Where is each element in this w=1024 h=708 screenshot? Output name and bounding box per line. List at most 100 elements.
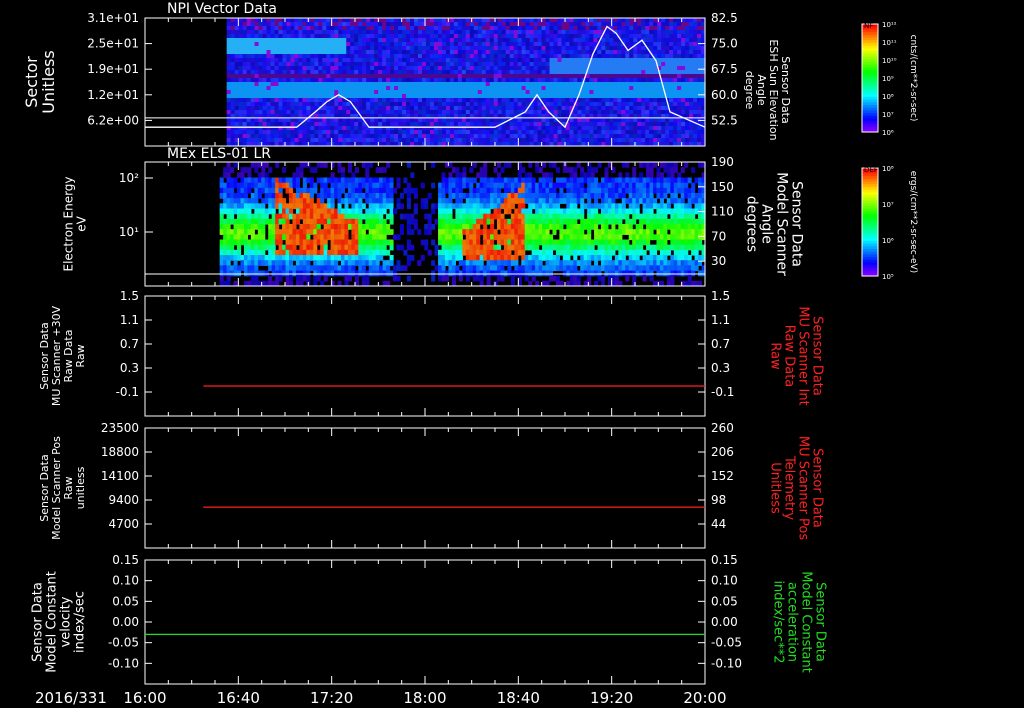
heatmap-cell: [549, 58, 555, 63]
heatmap-cell: [633, 74, 638, 79]
heatmap-cell: [270, 98, 276, 103]
heatmap-cell: [533, 46, 539, 51]
heatmap-cell: [282, 110, 288, 115]
heatmap-cell: [330, 234, 335, 241]
heatmap-cell: [617, 18, 622, 23]
heatmap-cell: [314, 22, 319, 27]
heatmap-cell: [501, 62, 507, 67]
heatmap-cell: [271, 255, 276, 261]
heatmap-cell: [327, 208, 332, 215]
heatmap-cell: [625, 126, 630, 131]
heatmap-cell: [549, 94, 555, 99]
heatmap-cell: [565, 134, 571, 139]
heatmap-cell: [290, 54, 296, 59]
heatmap-cell: [457, 62, 463, 67]
heatmap-cell: [501, 98, 507, 103]
heatmap-cell: [358, 244, 363, 251]
heatmap-cell: [330, 130, 335, 135]
heatmap-cell: [366, 82, 371, 87]
heatmap-cell: [461, 122, 467, 127]
heatmap-cell: [302, 213, 307, 220]
heatmap-cell: [553, 66, 559, 71]
heatmap-cell: [418, 90, 423, 95]
heatmap-cell: [318, 54, 323, 59]
heatmap-cell: [441, 138, 447, 143]
heatmap-cell: [258, 74, 264, 79]
heatmap-cell: [346, 106, 351, 111]
heatmap-cell: [242, 102, 248, 107]
heatmap-cell: [425, 54, 431, 59]
heatmap-cell: [669, 38, 674, 43]
heatmap-cell: [278, 22, 284, 27]
heatmap-cell: [445, 138, 451, 143]
heatmap-cell: [418, 134, 423, 139]
heatmap-cell: [292, 270, 297, 277]
heatmap-cell: [298, 42, 304, 47]
heatmap-cell: [223, 239, 228, 246]
heatmap-cell: [689, 62, 694, 67]
heatmap-cell: [629, 18, 634, 23]
heatmap-cell: [561, 78, 567, 83]
heatmap-cell: [545, 102, 551, 107]
heatmap-cell: [485, 78, 491, 83]
heatmap-cell: [529, 78, 535, 83]
heatmap-cell: [413, 193, 418, 199]
heatmap-cell: [330, 260, 335, 266]
heatmap-cell: [421, 18, 427, 23]
heatmap-cell: [433, 130, 439, 135]
heatmap-cell: [593, 26, 598, 31]
heatmap-cell: [410, 90, 415, 95]
heatmap-cell: [461, 134, 467, 139]
heatmap-cell: [378, 118, 383, 123]
heatmap-cell: [306, 203, 311, 210]
heatmap-cell: [689, 26, 694, 31]
heatmap-cell: [292, 172, 297, 179]
heatmap-cell: [485, 98, 491, 103]
heatmap-cell: [326, 22, 331, 27]
heatmap-cell: [378, 66, 383, 71]
heatmap-cell: [541, 62, 547, 67]
heatmap-cell: [537, 58, 543, 63]
heatmap-cell: [689, 34, 694, 39]
heatmap-cell: [298, 74, 304, 79]
heatmap-cell: [597, 98, 602, 103]
heatmap-cell: [605, 94, 610, 99]
heatmap-cell: [406, 94, 411, 99]
heatmap-cell: [394, 90, 399, 95]
heatmap-cell: [358, 78, 363, 83]
heatmap-cell: [453, 102, 459, 107]
heatmap-cell: [320, 270, 325, 277]
heatmap-cell: [429, 30, 435, 35]
heatmap-cell: [394, 50, 399, 55]
heatmap-cell: [601, 94, 606, 99]
heatmap-cell: [354, 193, 359, 199]
heatmap-cell: [234, 86, 240, 91]
heatmap-cell: [521, 134, 527, 139]
heatmap-cell: [278, 255, 283, 261]
heatmap-cell: [286, 34, 292, 39]
heatmap-cell: [533, 138, 539, 143]
heatmap-cell: [318, 118, 323, 123]
heatmap-cell: [421, 22, 427, 27]
heatmap-cell: [677, 90, 682, 95]
heatmap-cell: [429, 26, 435, 31]
heatmap-cell: [637, 70, 642, 75]
heatmap-cell: [629, 106, 634, 111]
heatmap-cell: [402, 62, 407, 67]
heatmap-cell: [469, 82, 475, 87]
npi-y-label: 1.9e+01: [87, 62, 139, 76]
heatmap-cell: [316, 229, 321, 235]
heatmap-cell: [597, 86, 602, 91]
heatmap-cell: [485, 22, 491, 27]
heatmap-cell: [374, 26, 379, 31]
heatmap-cell: [278, 58, 284, 63]
heatmap-cell: [505, 86, 511, 91]
heatmap-cell: [334, 62, 339, 67]
heatmap-cell: [673, 30, 678, 35]
heatmap-cell: [429, 62, 435, 67]
heatmap-cell: [533, 34, 539, 39]
heatmap-cell: [306, 34, 311, 39]
heatmap-cell: [489, 70, 495, 75]
heatmap-cell: [290, 46, 296, 51]
heatmap-cell: [541, 122, 547, 127]
